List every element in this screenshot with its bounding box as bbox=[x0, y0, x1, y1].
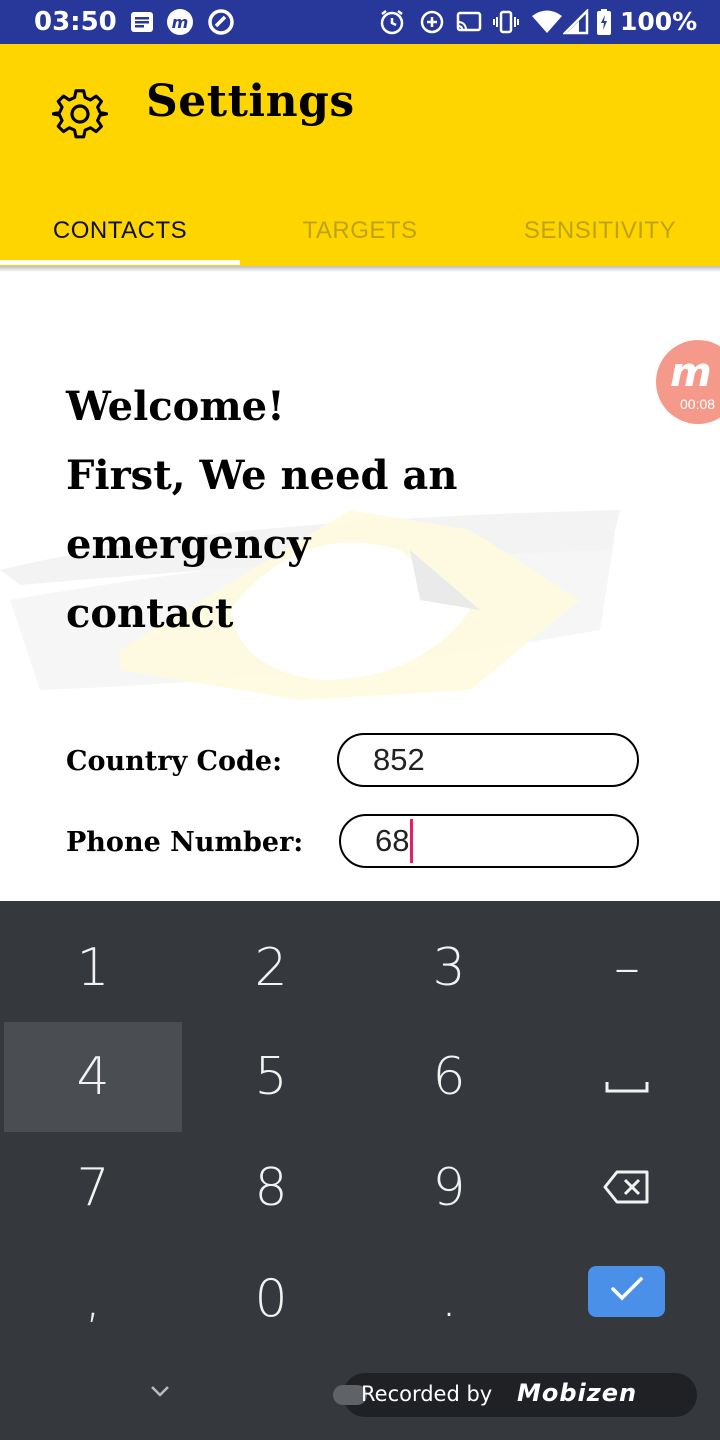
gear-icon[interactable] bbox=[51, 86, 109, 142]
message-icon bbox=[128, 8, 156, 36]
key-dash[interactable]: – bbox=[538, 913, 716, 1023]
status-bar: 03:50 m 100% bbox=[0, 0, 720, 44]
recorder-bubble[interactable]: m 00:08 bbox=[656, 340, 720, 424]
wifi-icon bbox=[531, 8, 563, 36]
page-title: Settings bbox=[146, 76, 355, 127]
phone-number-value: 68 bbox=[375, 823, 410, 858]
vpn-icon bbox=[207, 8, 235, 36]
recorded-by-label: Recorded by bbox=[361, 1382, 493, 1406]
welcome-line: Welcome! bbox=[66, 383, 285, 430]
app-bar: Settings CONTACTS TARGETS SENSITIVITY bbox=[0, 44, 720, 266]
mobizen-icon: m bbox=[166, 8, 194, 36]
key-6[interactable]: 6 bbox=[360, 1022, 538, 1132]
tab-sensitivity[interactable]: SENSITIVITY bbox=[480, 196, 720, 266]
recorder-timer: 00:08 bbox=[680, 396, 716, 412]
tab-bar: CONTACTS TARGETS SENSITIVITY bbox=[0, 196, 720, 266]
key-1[interactable]: 1 bbox=[4, 913, 182, 1023]
country-code-label: Country Code: bbox=[66, 746, 283, 777]
welcome-line: First, We need an bbox=[66, 452, 458, 499]
welcome-line: emergency bbox=[66, 521, 311, 568]
key-space[interactable] bbox=[538, 1022, 716, 1132]
vibrate-icon bbox=[492, 8, 520, 36]
done-key[interactable] bbox=[588, 1266, 665, 1317]
backspace-icon bbox=[603, 1158, 651, 1218]
chevron-down-icon[interactable] bbox=[148, 1383, 172, 1399]
key-backspace[interactable] bbox=[538, 1133, 716, 1243]
key-5[interactable]: 5 bbox=[182, 1022, 360, 1132]
recording-banner: Recorded by Mobizen bbox=[333, 1373, 697, 1417]
key-comma[interactable]: , bbox=[4, 1244, 182, 1354]
mobizen-icon: m bbox=[670, 350, 712, 396]
welcome-message: Welcome! First, We need an emergency con… bbox=[66, 372, 506, 648]
key-2[interactable]: 2 bbox=[182, 913, 360, 1023]
country-code-field[interactable]: 852 bbox=[337, 733, 639, 787]
key-0[interactable]: 0 bbox=[182, 1244, 360, 1354]
status-time: 03:50 bbox=[34, 7, 117, 37]
key-9[interactable]: 9 bbox=[360, 1133, 538, 1243]
alarm-icon bbox=[378, 8, 406, 36]
welcome-line: contact bbox=[66, 590, 234, 637]
key-period[interactable]: . bbox=[360, 1244, 538, 1354]
app-bar-shadow bbox=[0, 266, 720, 272]
key-3[interactable]: 3 bbox=[360, 913, 538, 1023]
phone-number-label: Phone Number: bbox=[66, 827, 304, 858]
space-icon bbox=[605, 1047, 649, 1107]
data-saver-icon bbox=[418, 8, 446, 36]
key-7[interactable]: 7 bbox=[4, 1133, 182, 1243]
battery-percent: 100% bbox=[620, 7, 698, 36]
tab-indicator bbox=[0, 260, 240, 265]
mobizen-logo: Mobizen bbox=[517, 1379, 638, 1407]
key-4[interactable]: 4 bbox=[4, 1022, 182, 1132]
tab-targets[interactable]: TARGETS bbox=[240, 196, 480, 266]
signal-icon bbox=[562, 8, 590, 36]
key-8[interactable]: 8 bbox=[182, 1133, 360, 1243]
battery-icon bbox=[594, 8, 614, 36]
tab-contacts[interactable]: CONTACTS bbox=[0, 196, 240, 266]
cast-icon bbox=[455, 8, 483, 36]
svg-text:m: m bbox=[172, 13, 189, 32]
text-caret bbox=[410, 819, 414, 863]
check-icon bbox=[610, 1276, 644, 1307]
numeric-keyboard: 1 2 3 – 4 5 6 7 8 9 , 0 . Recorded by Mo… bbox=[0, 901, 720, 1440]
phone-number-field[interactable]: 68 bbox=[339, 814, 639, 868]
country-code-value: 852 bbox=[373, 742, 425, 777]
